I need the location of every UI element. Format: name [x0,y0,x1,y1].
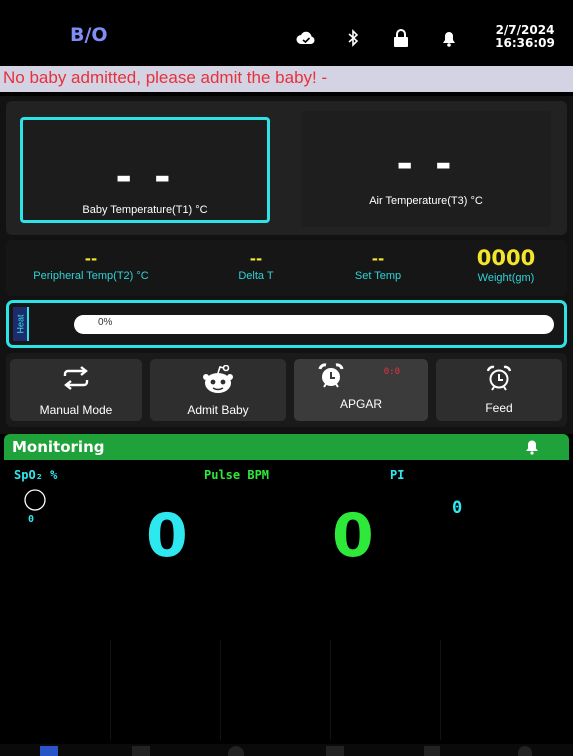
set-temp[interactable]: -- Set Temp [328,250,428,282]
peripheral-temp[interactable]: -- Peripheral Temp(T2) °C [16,250,166,282]
vitals-row: -- Peripheral Temp(T2) °C -- Delta T -- … [6,240,567,296]
heat-level-text: 0% [98,317,113,328]
bed-id: B/O [70,24,108,46]
feed-label: Feed [485,401,513,415]
nav-info-icon[interactable] [518,746,532,756]
baby-temperature-card[interactable]: - - Baby Temperature(T1) °C [20,117,270,223]
status-bar: B/O 2/7/2024 16:36:09 [0,0,573,64]
pi-label: PI [390,468,405,482]
delta-t-value: -- [249,250,263,268]
apgar-timer: 0:0 [383,367,400,377]
alarm-message: No baby admitted, please admit the baby!… [3,68,328,87]
baby-temperature-label: Baby Temperature(T1) °C [82,204,208,216]
pulse-value: 0 [332,501,374,571]
bell-icon[interactable] [439,28,459,48]
pulse-label: Pulse BPM [204,468,270,482]
datetime: 2/7/2024 16:36:09 [494,24,556,50]
apgar-label: APGAR [339,397,382,411]
action-button-panel: Manual Mode Admit Baby 0:0 APGAR Feed [6,353,567,427]
time-text: 16:36:09 [495,36,555,50]
peripheral-temp-label: Peripheral Temp(T2) °C [33,270,149,282]
baby-temperature-value: - - [115,154,175,200]
alarm-clock-outline-icon [436,365,562,391]
apgar-button[interactable]: 0:0 APGAR [294,359,428,421]
spo2-value: 0 [146,501,188,571]
weight[interactable]: 0000 Weight(gm) [456,246,556,284]
heat-panel[interactable]: Heat 0% [6,300,567,348]
alarm-banner[interactable]: No baby admitted, please admit the baby!… [0,66,573,92]
spo2-small-value: 0 [28,514,35,525]
air-temperature-card[interactable]: - - Air Temperature(T3) °C [301,111,551,227]
temperature-panel: - - Baby Temperature(T1) °C - - Air Temp… [6,101,567,235]
bluetooth-icon [343,28,363,48]
air-temperature-value: - - [396,141,456,187]
pi-value: 0 [452,498,463,518]
admit-baby-label: Admit Baby [187,403,249,417]
grid-line [220,640,221,740]
nav-settings-icon[interactable] [424,746,440,756]
cloud-icon [296,28,316,48]
lock-icon[interactable] [391,28,411,48]
set-temp-value: -- [371,250,385,268]
alarm-clock-icon [294,363,428,389]
bottom-nav [0,744,573,756]
peripheral-temp-value: -- [84,250,98,268]
heat-progress-bar: 0% [74,315,554,334]
baby-face-icon [150,365,286,395]
spo2-signal-circle-icon [24,489,46,515]
manual-mode-label: Manual Mode [39,403,113,417]
delta-t[interactable]: -- Delta T [206,250,306,282]
set-temp-label: Set Temp [354,270,402,282]
grid-line [440,640,441,740]
admit-baby-button[interactable]: Admit Baby [150,359,286,421]
air-temperature-label: Air Temperature(T3) °C [369,195,483,207]
nav-camera-icon[interactable] [228,746,244,756]
nav-trends-icon[interactable] [132,746,150,756]
manual-mode-button[interactable]: Manual Mode [10,359,142,421]
grid-line [330,640,331,740]
monitoring-bell-icon[interactable] [525,439,539,459]
monitoring-title: Monitoring [12,438,105,456]
monitoring-area: SpO₂ % Pulse BPM PI 0 0 0 0 [4,460,569,744]
spo2-label: SpO₂ % [14,468,58,482]
repeat-icon [10,365,142,391]
feed-button[interactable]: Feed [436,359,562,421]
nav-home-icon[interactable] [40,746,58,756]
weight-label: Weight(gm) [477,272,535,284]
monitoring-header: Monitoring [4,434,569,460]
grid-line [110,640,111,740]
weight-value: 0000 [476,246,536,270]
nav-records-icon[interactable] [326,746,344,756]
heat-tab: Heat [13,307,29,341]
delta-t-label: Delta T [238,270,274,282]
heat-tab-label: Heat [15,314,26,334]
